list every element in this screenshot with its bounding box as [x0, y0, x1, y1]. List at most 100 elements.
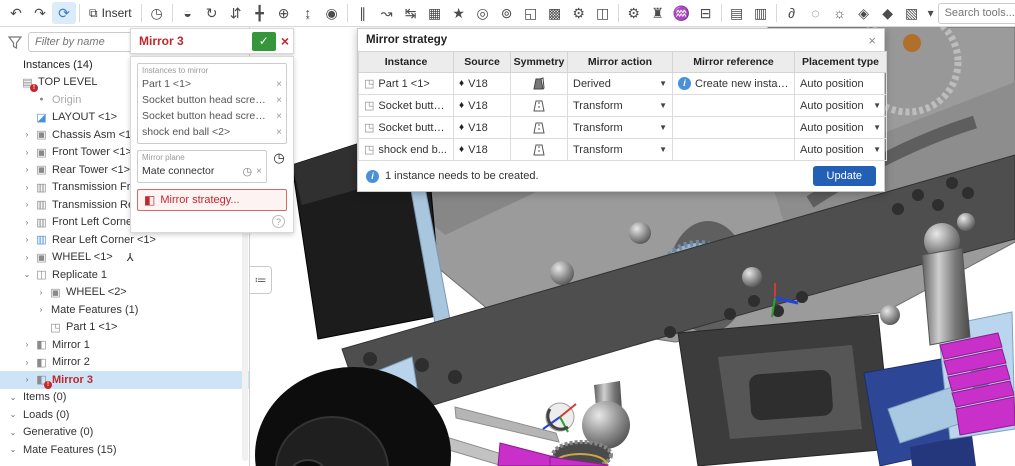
chevron-right-icon[interactable]: › — [20, 340, 34, 349]
tree-item-loads-0[interactable]: ⌄Loads (0) — [0, 406, 249, 424]
tree-item-wheel-2[interactable]: ›▣WHEEL <2> — [0, 284, 249, 302]
gear-hub-brown — [903, 34, 921, 52]
feature-gears-icon[interactable]: ⚙ — [622, 2, 646, 24]
mate-connector-tool-icon[interactable]: ◷ — [271, 150, 287, 166]
ball-mate-icon[interactable]: ◉ — [320, 2, 344, 24]
display-states-panel-tab[interactable]: ≔ — [250, 266, 272, 294]
parallel-relation-icon[interactable]: ∥ — [351, 2, 375, 24]
chevron-right-icon[interactable]: › — [20, 183, 34, 192]
chevron-right-icon[interactable]: › — [20, 375, 34, 384]
search-tools-box[interactable]: alt/⌥c — [938, 3, 1015, 24]
remove-instance-icon[interactable]: × — [272, 127, 282, 138]
tree-item-replicate-1[interactable]: ⌄◫Replicate 1 — [0, 266, 249, 284]
tree-item-part-1-1[interactable]: ◳Part 1 <1> — [0, 319, 249, 337]
fastened-mate-icon[interactable]: ◒ — [176, 2, 200, 24]
remove-instance-icon[interactable]: × — [272, 95, 282, 106]
revolve-icon[interactable]: ◎ — [471, 2, 495, 24]
folder-icon[interactable]: ◫ — [591, 2, 615, 24]
chevron-right-icon[interactable]: › — [20, 218, 34, 227]
chevron-right-icon[interactable]: › — [20, 148, 34, 157]
undo-icon[interactable]: ↶ — [4, 2, 28, 24]
planar-mate-icon[interactable]: ╋ — [248, 2, 272, 24]
revolute-mate-icon[interactable]: ↻ — [200, 2, 224, 24]
chevron-right-icon[interactable]: › — [34, 305, 48, 314]
chevron-right-icon[interactable]: › — [20, 358, 34, 367]
mirror-instance-item[interactable]: shock end ball <2> × — [142, 124, 282, 140]
strategy-close-icon[interactable]: × — [868, 33, 876, 48]
remove-instance-icon[interactable]: × — [272, 111, 282, 122]
tree-item-mate-features-1[interactable]: ›Mate Features (1) — [0, 301, 249, 319]
hide-icon[interactable]: ◌ — [804, 2, 828, 24]
mirror-instance-item[interactable]: Socket button head screw M3... × — [142, 92, 282, 108]
tangent-relation-icon[interactable]: ↝ — [375, 2, 399, 24]
connector-icon[interactable]: ⊟ — [694, 2, 718, 24]
pattern-icon[interactable]: ▩ — [543, 2, 567, 24]
gear-feature-icon[interactable]: ⚙ — [567, 2, 591, 24]
chevron-right-icon[interactable]: › — [20, 235, 34, 244]
tree-item-mirror-3[interactable]: ›◧!Mirror 3 — [0, 371, 249, 389]
cylindrical-mate-icon[interactable]: ⊕ — [272, 2, 296, 24]
named-position-icon[interactable]: ⊚ — [495, 2, 519, 24]
tree-item-mate-features-15[interactable]: ⌄Mate Features (15) — [0, 441, 249, 459]
placement-type-dropdown[interactable]: Auto position ▼ — [795, 117, 887, 139]
chevron-right-icon[interactable]: › — [20, 165, 34, 174]
explode-icon[interactable]: ★ — [447, 2, 471, 24]
appearance-icon[interactable]: ◆ — [876, 2, 900, 24]
mirror-action-dropdown[interactable]: Transform ▼ — [568, 117, 673, 139]
pin-slot-mate-icon[interactable]: ↨ — [296, 2, 320, 24]
chevron-down-icon[interactable]: ⌄ — [6, 393, 20, 402]
update-button[interactable]: Update — [813, 166, 876, 186]
chevron-down-icon[interactable]: ⌄ — [20, 270, 34, 279]
tree-item-items-0[interactable]: ⌄Items (0) — [0, 389, 249, 407]
placement-type-dropdown[interactable]: Auto position ▼ — [795, 95, 887, 117]
chevron-right-icon[interactable]: › — [34, 288, 48, 297]
in-context-icon[interactable]: ◱ — [519, 2, 543, 24]
section-view-icon[interactable]: ∂ — [780, 2, 804, 24]
chevron-right-icon[interactable]: › — [20, 200, 34, 209]
remove-instance-icon[interactable]: × — [272, 79, 282, 90]
mirror-action-dropdown[interactable]: Transform ▼ — [568, 139, 673, 161]
search-tools-input[interactable] — [945, 7, 1015, 19]
confirm-button[interactable]: ✓ — [252, 32, 276, 51]
chevron-down-icon[interactable]: ⌄ — [6, 410, 20, 419]
tree-item-mirror-2[interactable]: ›◧Mirror 2 — [0, 354, 249, 372]
mirror-plane-value[interactable]: Mate connector — [142, 165, 214, 177]
view-settings-icon[interactable]: ▧ — [900, 2, 924, 24]
frame-icon[interactable]: ♜ — [646, 2, 670, 24]
redo-icon[interactable]: ↷ — [28, 2, 52, 24]
chevron-right-icon[interactable]: › — [20, 130, 34, 139]
view-settings-caret[interactable]: ▾ — [924, 2, 938, 24]
mate-connector-edit-icon[interactable]: ◷ — [243, 165, 253, 178]
mirror-instance-item[interactable]: Socket button head screw M3... × — [142, 108, 282, 124]
chevron-right-icon[interactable]: › — [20, 253, 34, 262]
tree-item-wheel-1[interactable]: ›▣WHEEL <1>⅄ — [0, 249, 249, 267]
tree-item-rear-left-corner-1[interactable]: ›▥Rear Left Corner <1> — [0, 231, 249, 249]
isolate-icon[interactable]: ◈ — [852, 2, 876, 24]
mirror-plane-group: Mirror plane Mate connector ◷ × — [137, 150, 267, 183]
tree-item-mirror-1[interactable]: ›◧Mirror 1 — [0, 336, 249, 354]
help-icon[interactable]: ? — [272, 215, 285, 228]
placement-type-dropdown[interactable]: Auto position — [795, 73, 887, 95]
sync-icon[interactable]: ⟳ — [52, 2, 76, 24]
tree-item-generative-0[interactable]: ⌄Generative (0) — [0, 424, 249, 442]
slider-mate-icon[interactable]: ⇵ — [224, 2, 248, 24]
placement-type-dropdown[interactable]: Auto position ▼ — [795, 139, 887, 161]
left-shock-ball — [582, 401, 630, 449]
distance-limit-icon[interactable]: ↹ — [399, 2, 423, 24]
group-icon[interactable]: ▦ — [423, 2, 447, 24]
show-all-icon[interactable]: ☼ — [828, 2, 852, 24]
belt-icon[interactable]: ♒ — [670, 2, 694, 24]
chevron-down-icon[interactable]: ⌄ — [6, 428, 20, 437]
history-clock-icon[interactable]: ◷ — [145, 2, 169, 24]
mirror-strategy-button[interactable]: ◧ Mirror strategy... — [137, 189, 287, 211]
mirror-instance-item[interactable]: Part 1 <1> × — [142, 76, 282, 92]
toolbar-separator — [776, 4, 777, 22]
remove-plane-icon[interactable]: × — [252, 166, 262, 177]
mirror-action-dropdown[interactable]: Transform ▼ — [568, 95, 673, 117]
mirror-action-dropdown[interactable]: Derived ▼ — [568, 73, 673, 95]
bom-icon[interactable]: ▥ — [749, 2, 773, 24]
drawing-icon[interactable]: ▤ — [725, 2, 749, 24]
cancel-button[interactable]: × — [281, 33, 289, 49]
chevron-down-icon[interactable]: ⌄ — [6, 445, 20, 454]
insert-button[interactable]: ⧉Insert — [83, 4, 138, 23]
